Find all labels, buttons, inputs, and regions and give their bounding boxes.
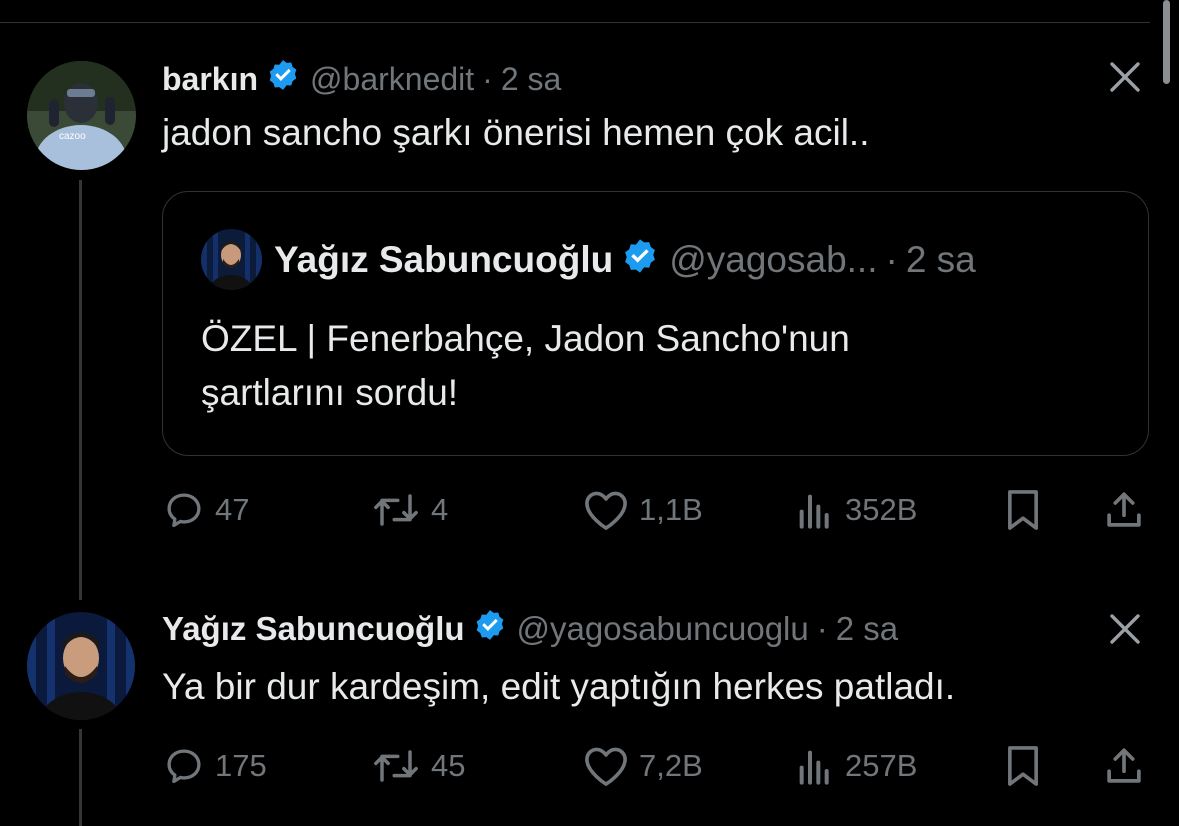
tweet2-handle[interactable]: @yagosabuncuoglu bbox=[517, 610, 809, 648]
tweet2-author-name[interactable]: Yağız Sabuncuoğlu bbox=[162, 610, 465, 648]
quoted-tweet-card[interactable]: Yağız Sabuncuoğlu @yagosab... · 2 sa ÖZE… bbox=[162, 191, 1149, 456]
tweet1-time[interactable]: 2 sa bbox=[501, 61, 561, 98]
quote-header: Yağız Sabuncuoğlu @yagosab... · 2 sa bbox=[274, 238, 976, 282]
close-icon[interactable] bbox=[1108, 612, 1142, 646]
views-count: 257B bbox=[845, 748, 918, 783]
retweet-count: 45 bbox=[431, 748, 466, 783]
like-count: 7,2B bbox=[639, 748, 703, 783]
tweet1-action-bar: 47 4 1,1B 352B bbox=[0, 485, 1179, 535]
verified-badge-icon bbox=[621, 237, 659, 284]
tweet2-text: Ya bir dur kardeşim, edit yaptığın herke… bbox=[162, 666, 956, 707]
tweet2-action-bar: 175 45 7,2B 257B bbox=[0, 741, 1179, 791]
reply-count: 47 bbox=[215, 492, 250, 527]
share-button[interactable] bbox=[1103, 485, 1145, 535]
quote-handle: @yagosab... bbox=[669, 239, 878, 280]
verified-badge-icon bbox=[473, 608, 507, 650]
svg-text:cazoo: cazoo bbox=[59, 131, 86, 142]
avatar-quoted-author bbox=[201, 229, 262, 290]
quote-author-name: Yağız Sabuncuoğlu bbox=[274, 239, 614, 280]
share-icon bbox=[1107, 492, 1141, 527]
separator-dot: · bbox=[816, 610, 828, 647]
close-icon[interactable] bbox=[1108, 60, 1142, 94]
like-count: 1,1B bbox=[639, 492, 703, 527]
views-icon bbox=[799, 494, 829, 529]
tweet2-header: Yağız Sabuncuoğlu @yagosabuncuoglu · 2 s… bbox=[162, 607, 898, 651]
separator-dot: · bbox=[482, 60, 493, 97]
retweet-button[interactable]: 4 bbox=[371, 485, 448, 535]
quote-text-line2: şartlarını sordu! bbox=[201, 372, 459, 413]
thread-line bbox=[79, 180, 82, 600]
share-icon bbox=[1107, 748, 1141, 783]
bookmark-button[interactable] bbox=[1003, 485, 1043, 535]
views-button[interactable]: 257B bbox=[795, 741, 917, 791]
avatar-barkin[interactable]: cazoo bbox=[27, 61, 136, 170]
views-count: 352B bbox=[845, 492, 918, 527]
quote-text-line1: ÖZEL | Fenerbahçe, Jadon Sancho'nun bbox=[201, 318, 850, 359]
bookmark-icon bbox=[1008, 746, 1038, 786]
tweet1-author-name[interactable]: barkın bbox=[162, 61, 258, 98]
scrollbar[interactable] bbox=[1163, 0, 1170, 84]
tweet1-text: jadon sancho şarkı önerisi hemen çok aci… bbox=[162, 112, 870, 153]
verified-badge-icon bbox=[266, 58, 300, 100]
like-button[interactable]: 1,1B bbox=[583, 485, 703, 535]
bookmark-button[interactable] bbox=[1003, 741, 1043, 791]
tweet2-time[interactable]: 2 sa bbox=[836, 610, 898, 648]
reply-icon bbox=[167, 749, 201, 784]
retweet-icon bbox=[374, 494, 418, 526]
reply-count: 175 bbox=[215, 748, 267, 783]
separator-dot: · bbox=[885, 239, 898, 280]
reply-button[interactable]: 175 bbox=[163, 741, 267, 791]
retweet-count: 4 bbox=[431, 492, 449, 527]
tweet1-header: barkın @barknedit · 2 sa bbox=[162, 57, 561, 101]
avatar-yagiz[interactable] bbox=[27, 612, 135, 720]
views-button[interactable]: 352B bbox=[795, 485, 917, 535]
retweet-icon bbox=[374, 750, 418, 782]
reply-button[interactable]: 47 bbox=[163, 485, 249, 535]
retweet-button[interactable]: 45 bbox=[371, 741, 465, 791]
like-button[interactable]: 7,2B bbox=[583, 741, 703, 791]
quote-time: 2 sa bbox=[905, 239, 976, 280]
share-button[interactable] bbox=[1103, 741, 1145, 791]
reply-icon bbox=[167, 493, 201, 528]
quote-text: ÖZEL | Fenerbahçe, Jadon Sancho'nun şart… bbox=[201, 312, 850, 420]
bookmark-icon bbox=[1008, 490, 1038, 530]
views-icon bbox=[799, 750, 829, 785]
like-icon bbox=[585, 747, 627, 786]
top-divider bbox=[0, 22, 1150, 23]
like-icon bbox=[585, 491, 627, 530]
tweet1-handle[interactable]: @barknedit bbox=[310, 61, 474, 98]
